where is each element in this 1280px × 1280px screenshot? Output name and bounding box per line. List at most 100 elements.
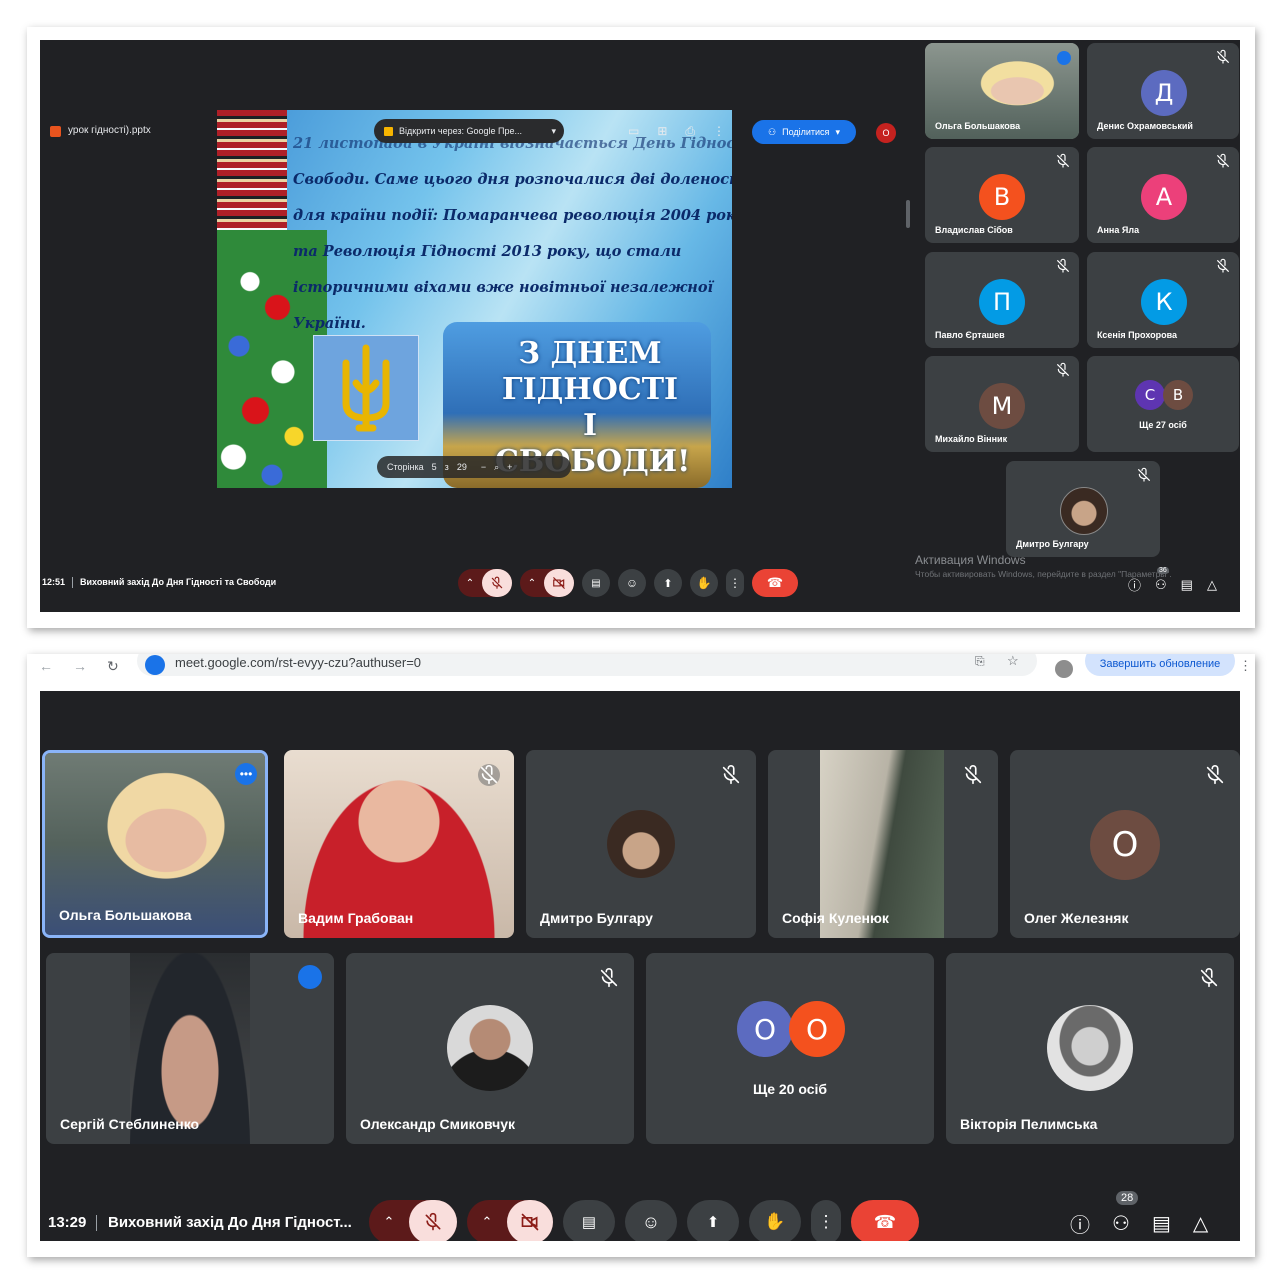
reactions-button[interactable]: ☺ xyxy=(625,1200,677,1241)
participant-tile-4[interactable]: П Павло Єрташев xyxy=(925,252,1079,348)
person-icon: ⚇ xyxy=(768,126,777,137)
open-with-button[interactable]: Відкрити через: Google Пре... ▾ xyxy=(374,119,564,143)
video-options-button[interactable]: ⌃ xyxy=(467,1214,507,1230)
zoom-in-icon[interactable]: + xyxy=(507,462,512,472)
zoom-out-icon[interactable]: − xyxy=(481,462,486,472)
participant-tile-oleksandr[interactable]: Олександр Смиковчук xyxy=(346,953,634,1144)
more-participants-label: Ще 20 осіб xyxy=(752,1081,828,1097)
people-icon: ⚇ xyxy=(1112,1213,1130,1235)
mic-toggle-button[interactable] xyxy=(409,1200,457,1241)
more-vert-icon: ⋮ xyxy=(729,576,741,590)
chevron-down-icon[interactable]: ▾ xyxy=(551,126,556,137)
participant-tile-2[interactable]: В Владислав Сібов xyxy=(925,147,1079,243)
browser-menu-icon[interactable]: ⋮ xyxy=(1239,658,1252,674)
forward-icon[interactable]: → xyxy=(73,658,87,674)
participant-tile-6[interactable]: М Михайло Вінник xyxy=(925,356,1079,452)
more-vert-icon[interactable]: ⋮ xyxy=(713,124,725,139)
present-button[interactable]: ⬆ xyxy=(654,569,682,597)
scroll-thumb[interactable] xyxy=(906,200,910,228)
self-view-tile[interactable]: Дмитро Булгару xyxy=(1006,461,1160,557)
activities-icon[interactable]: △ xyxy=(1207,577,1217,593)
participant-name: Ольга Большакова xyxy=(59,907,192,923)
url-text[interactable]: meet.google.com/rst-evyy-czu?authuser=0 xyxy=(175,655,421,670)
print-icon[interactable]: ⎙ xyxy=(685,124,695,139)
add-comment-icon[interactable]: ⊞ xyxy=(657,124,667,139)
reactions-button[interactable]: ☺ xyxy=(618,569,646,597)
reload-icon[interactable]: ↻ xyxy=(107,658,119,675)
participant-tile-vadym[interactable]: Вадим Грабован xyxy=(284,750,514,938)
captions-button[interactable]: ▤ xyxy=(582,569,610,597)
participant-tile-5[interactable]: К Ксенія Прохорова xyxy=(1087,252,1239,348)
participant-tile-sofia[interactable]: Софія Куленюк xyxy=(768,750,998,938)
participant-tile-dmytro[interactable]: Дмитро Булгару xyxy=(526,750,756,938)
audio-options-button[interactable]: ⌃ xyxy=(458,578,482,589)
participant-tile-oleh[interactable]: О Олег Железняк xyxy=(1010,750,1240,938)
captions-button[interactable]: ▤ xyxy=(563,1200,615,1241)
participant-tile-serhii[interactable]: Сергій Стеблиненко xyxy=(46,953,334,1144)
video-group: ⌃ xyxy=(520,569,574,597)
people-button[interactable]: ⚇ 28 xyxy=(1112,1191,1139,1236)
participant-name: Ксенія Прохорова xyxy=(1097,330,1178,340)
mic-off-icon xyxy=(478,764,500,786)
participant-name: Ольга Большакова xyxy=(935,121,1021,131)
speaking-icon xyxy=(298,965,322,989)
back-icon[interactable]: ← xyxy=(39,658,53,674)
info-icon[interactable]: ⓘ xyxy=(1070,1209,1090,1238)
more-options-button[interactable]: ⋮ xyxy=(811,1200,841,1241)
leave-call-button[interactable]: ☎ xyxy=(851,1200,919,1241)
audio-group: ⌃ xyxy=(369,1200,457,1241)
info-icon[interactable]: ⓘ xyxy=(1128,575,1141,594)
update-label: Завершить обновление xyxy=(1099,658,1221,670)
camera-toggle-button[interactable] xyxy=(544,569,574,597)
present-button[interactable]: ⬆ xyxy=(687,1200,739,1241)
share-button[interactable]: ⚇ Поділитися ▾ xyxy=(752,120,856,144)
account-avatar[interactable]: О xyxy=(876,123,896,143)
audio-options-button[interactable]: ⌃ xyxy=(369,1214,409,1230)
raise-hand-button[interactable]: ✋ xyxy=(749,1200,801,1241)
leave-call-button[interactable]: ☎ xyxy=(752,569,798,597)
people-button[interactable]: ⚇ 36 xyxy=(1155,566,1169,593)
more-options-icon[interactable]: ••• xyxy=(235,763,257,785)
participant-avatar: О xyxy=(1090,810,1160,880)
participant-tile-1[interactable]: Д Денис Охрамовський xyxy=(1087,43,1239,139)
participant-tile-viktoriia[interactable]: Вікторія Пелимська xyxy=(946,953,1234,1144)
people-count: 36 xyxy=(1157,566,1169,574)
more-participants-tile[interactable]: О О Ще 20 осіб xyxy=(646,953,934,1144)
participant-tile-olga[interactable]: ••• Ольга Большакова xyxy=(42,750,268,938)
chat-icon[interactable]: ▤ xyxy=(1181,577,1193,593)
mic-off-icon xyxy=(1057,362,1069,377)
speaking-icon xyxy=(1057,51,1071,65)
update-button[interactable]: Завершить обновление xyxy=(1085,654,1235,676)
file-name[interactable]: урок гідності).pptx xyxy=(68,125,151,136)
star-icon[interactable]: ☆ xyxy=(1007,654,1019,669)
hang-up-icon: ☎ xyxy=(873,1211,897,1232)
mic-off-icon xyxy=(425,1212,441,1231)
slide-line-4: історичними віхами вже новітньої незалеж… xyxy=(293,279,714,296)
bottom-screenshot-frame: ← → ↻ meet.google.com/rst-evyy-czu?authu… xyxy=(27,654,1255,1257)
viewer-toolbar: ▭ ⊞ ⎙ ⋮ xyxy=(628,124,725,139)
participant-name: Михайло Вінник xyxy=(935,434,1008,444)
chat-icon[interactable]: ▤ xyxy=(1152,1211,1171,1236)
more-participants-tile[interactable]: С В Ще 27 осіб xyxy=(1087,356,1239,452)
site-info-icon[interactable] xyxy=(145,655,165,675)
zoom-icon[interactable]: ⌕ xyxy=(494,462,499,473)
more-options-button[interactable]: ⋮ xyxy=(726,569,744,597)
participant-tile-0[interactable]: Ольга Большакова xyxy=(925,43,1079,139)
participant-tile-3[interactable]: А Анна Яла xyxy=(1087,147,1239,243)
participant-name: Владислав Сібов xyxy=(935,225,1013,235)
slides-icon xyxy=(384,126,393,136)
captions-icon: ▤ xyxy=(591,577,601,589)
mic-toggle-button[interactable] xyxy=(482,569,512,597)
raise-hand-button[interactable]: ✋ xyxy=(690,569,718,597)
mic-off-icon xyxy=(1200,968,1218,988)
translate-icon[interactable]: ⎘ xyxy=(975,654,985,669)
profile-avatar[interactable] xyxy=(1055,660,1073,678)
page-current[interactable]: 5 xyxy=(432,462,437,472)
folder-icon[interactable]: ▭ xyxy=(628,124,639,139)
camera-toggle-button[interactable] xyxy=(507,1200,553,1241)
video-options-button[interactable]: ⌃ xyxy=(520,578,544,589)
activities-icon[interactable]: △ xyxy=(1193,1211,1208,1236)
address-bar[interactable]: meet.google.com/rst-evyy-czu?authuser=0 … xyxy=(137,654,1037,676)
hang-up-icon: ☎ xyxy=(766,575,784,590)
presentation-slide: З ДНЕМ ГІДНОСТІ І СВОБОДИ! 21 листопада … xyxy=(217,110,732,488)
